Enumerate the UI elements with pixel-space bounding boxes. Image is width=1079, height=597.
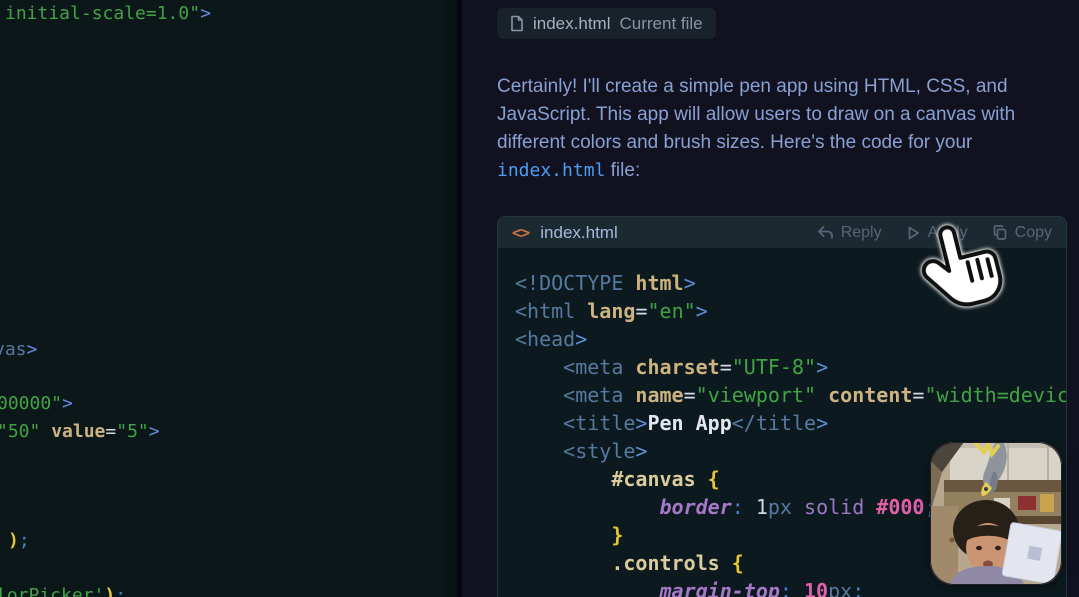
assistant-message: Certainly! I'll create a simple pen app … [497, 73, 1071, 185]
code-fragment: 00000"> [0, 393, 73, 415]
code-fragment: vas> [0, 339, 37, 361]
inline-code: index.html [497, 160, 605, 181]
code-line: <head> [515, 325, 1066, 353]
code-fragment: initial-scale=1.0"> [5, 3, 211, 25]
editor-edge-shade [443, 0, 457, 597]
file-icon [510, 15, 524, 32]
reply-button[interactable]: Reply [817, 224, 882, 242]
context-file-chip[interactable]: index.html Current file [497, 8, 716, 39]
reply-icon [817, 225, 834, 240]
webcam-video [930, 442, 1062, 585]
left-editor-pane[interactable]: initial-scale=1.0"> vas> 00000"> "50" value… [0, 0, 457, 597]
message-text-before: Certainly! I'll create a simple pen app … [497, 76, 1015, 153]
code-fragment: lorPicker'); [0, 585, 126, 597]
message-text-after: file: [605, 160, 640, 181]
code-fragment: ); [8, 530, 30, 552]
code-tag-icon: <> [512, 223, 529, 242]
paper-card [1002, 522, 1062, 584]
context-file-label: Current file [619, 14, 702, 34]
context-file-name: index.html [533, 14, 610, 34]
code-fragment: "50" value="5"> [0, 421, 160, 443]
code-line: <title>Pen App</title> [515, 409, 1066, 437]
code-block-filename: index.html [540, 223, 617, 243]
code-line: <meta charset="UTF-8"> [515, 353, 1066, 381]
code-line: <meta name="viewport" content="width=dev… [515, 381, 1066, 409]
screen: initial-scale=1.0"> vas> 00000"> "50" value… [0, 0, 1079, 597]
webcam-overlay [930, 442, 1062, 585]
